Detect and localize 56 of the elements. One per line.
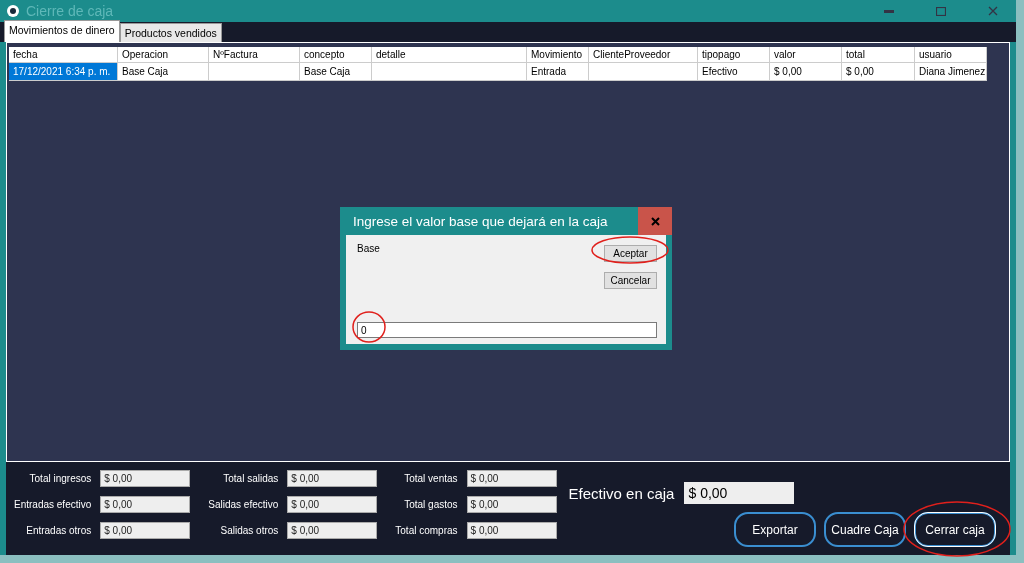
total-label: Salidas otros — [220, 525, 279, 536]
total-field: $ 0,00 — [287, 522, 378, 539]
total-label: Entradas otros — [26, 525, 92, 536]
table-cell: Base Caja — [118, 63, 209, 81]
column-header[interactable]: Movimiento — [527, 47, 589, 63]
table-cell: $ 0,00 — [770, 63, 842, 81]
dialog-title: Ingrese el valor base que dejará en la caja — [352, 213, 609, 229]
field-label: Base — [357, 243, 381, 256]
maximize-icon — [936, 6, 946, 16]
close-icon — [650, 216, 660, 226]
total-label: Salidas efectivo — [208, 499, 279, 510]
table-cell: Diana Jimenez — [915, 63, 987, 81]
column-header[interactable]: total — [842, 47, 915, 63]
table-cell: Efectivo — [698, 63, 770, 81]
action-button[interactable]: Cerrar caja — [914, 512, 996, 547]
total-field: $ 0,00 — [287, 470, 378, 487]
total-label: Entradas efectivo — [14, 499, 92, 510]
action-button[interactable]: Exportar — [734, 512, 816, 547]
table-cell: Base Caja — [300, 63, 372, 81]
table-cell: $ 0,00 — [842, 63, 915, 81]
column-header[interactable]: concepto — [300, 47, 372, 63]
total-field: $ 0,00 — [466, 496, 557, 513]
tab[interactable]: Productos vendidos — [119, 23, 222, 42]
column-header[interactable]: fecha — [9, 47, 118, 63]
minimize-icon — [884, 9, 894, 13]
total-field: $ 0,00 — [100, 470, 191, 487]
dialog-button[interactable]: Cancelar — [604, 272, 657, 289]
total-label: Total ventas — [404, 473, 458, 484]
total-field: $ 0,00 — [100, 496, 191, 513]
tab[interactable]: Movimientos de dinero — [4, 20, 120, 42]
column-header[interactable]: ClienteProveedor — [589, 47, 698, 63]
close-icon — [988, 6, 998, 16]
column-header[interactable]: valor — [770, 47, 842, 63]
table-cell: 17/12/2021 6:34 p. m. — [9, 63, 118, 81]
column-header[interactable]: usuario — [915, 47, 987, 63]
total-field: $ 0,00 — [466, 522, 557, 539]
app-icon — [6, 4, 20, 18]
total-label: Total salidas — [223, 473, 279, 484]
cash-field: $ 0,00 — [684, 482, 795, 504]
action-button[interactable]: Cuadre Caja — [824, 512, 906, 547]
total-field: $ 0,00 — [100, 522, 191, 539]
total-label: Total ingresos — [29, 473, 92, 484]
total-label: Total compras — [395, 525, 458, 536]
total-field: $ 0,00 — [287, 496, 378, 513]
window-title: Cierre de caja — [26, 3, 114, 19]
dialog-button[interactable]: Aceptar — [604, 245, 657, 262]
column-header[interactable]: Operacion — [118, 47, 209, 63]
total-field: $ 0,00 — [466, 470, 557, 487]
close-button[interactable] — [638, 207, 672, 235]
cash-label: Efectivo en caja — [568, 484, 675, 502]
input-field[interactable]: 0 — [357, 322, 657, 338]
column-header[interactable]: tipopago — [698, 47, 770, 63]
total-label: Total gastos — [404, 499, 458, 510]
column-header[interactable]: detalle — [372, 47, 527, 63]
table-cell: Entrada — [527, 63, 589, 81]
column-header[interactable]: NºFactura — [209, 47, 300, 63]
